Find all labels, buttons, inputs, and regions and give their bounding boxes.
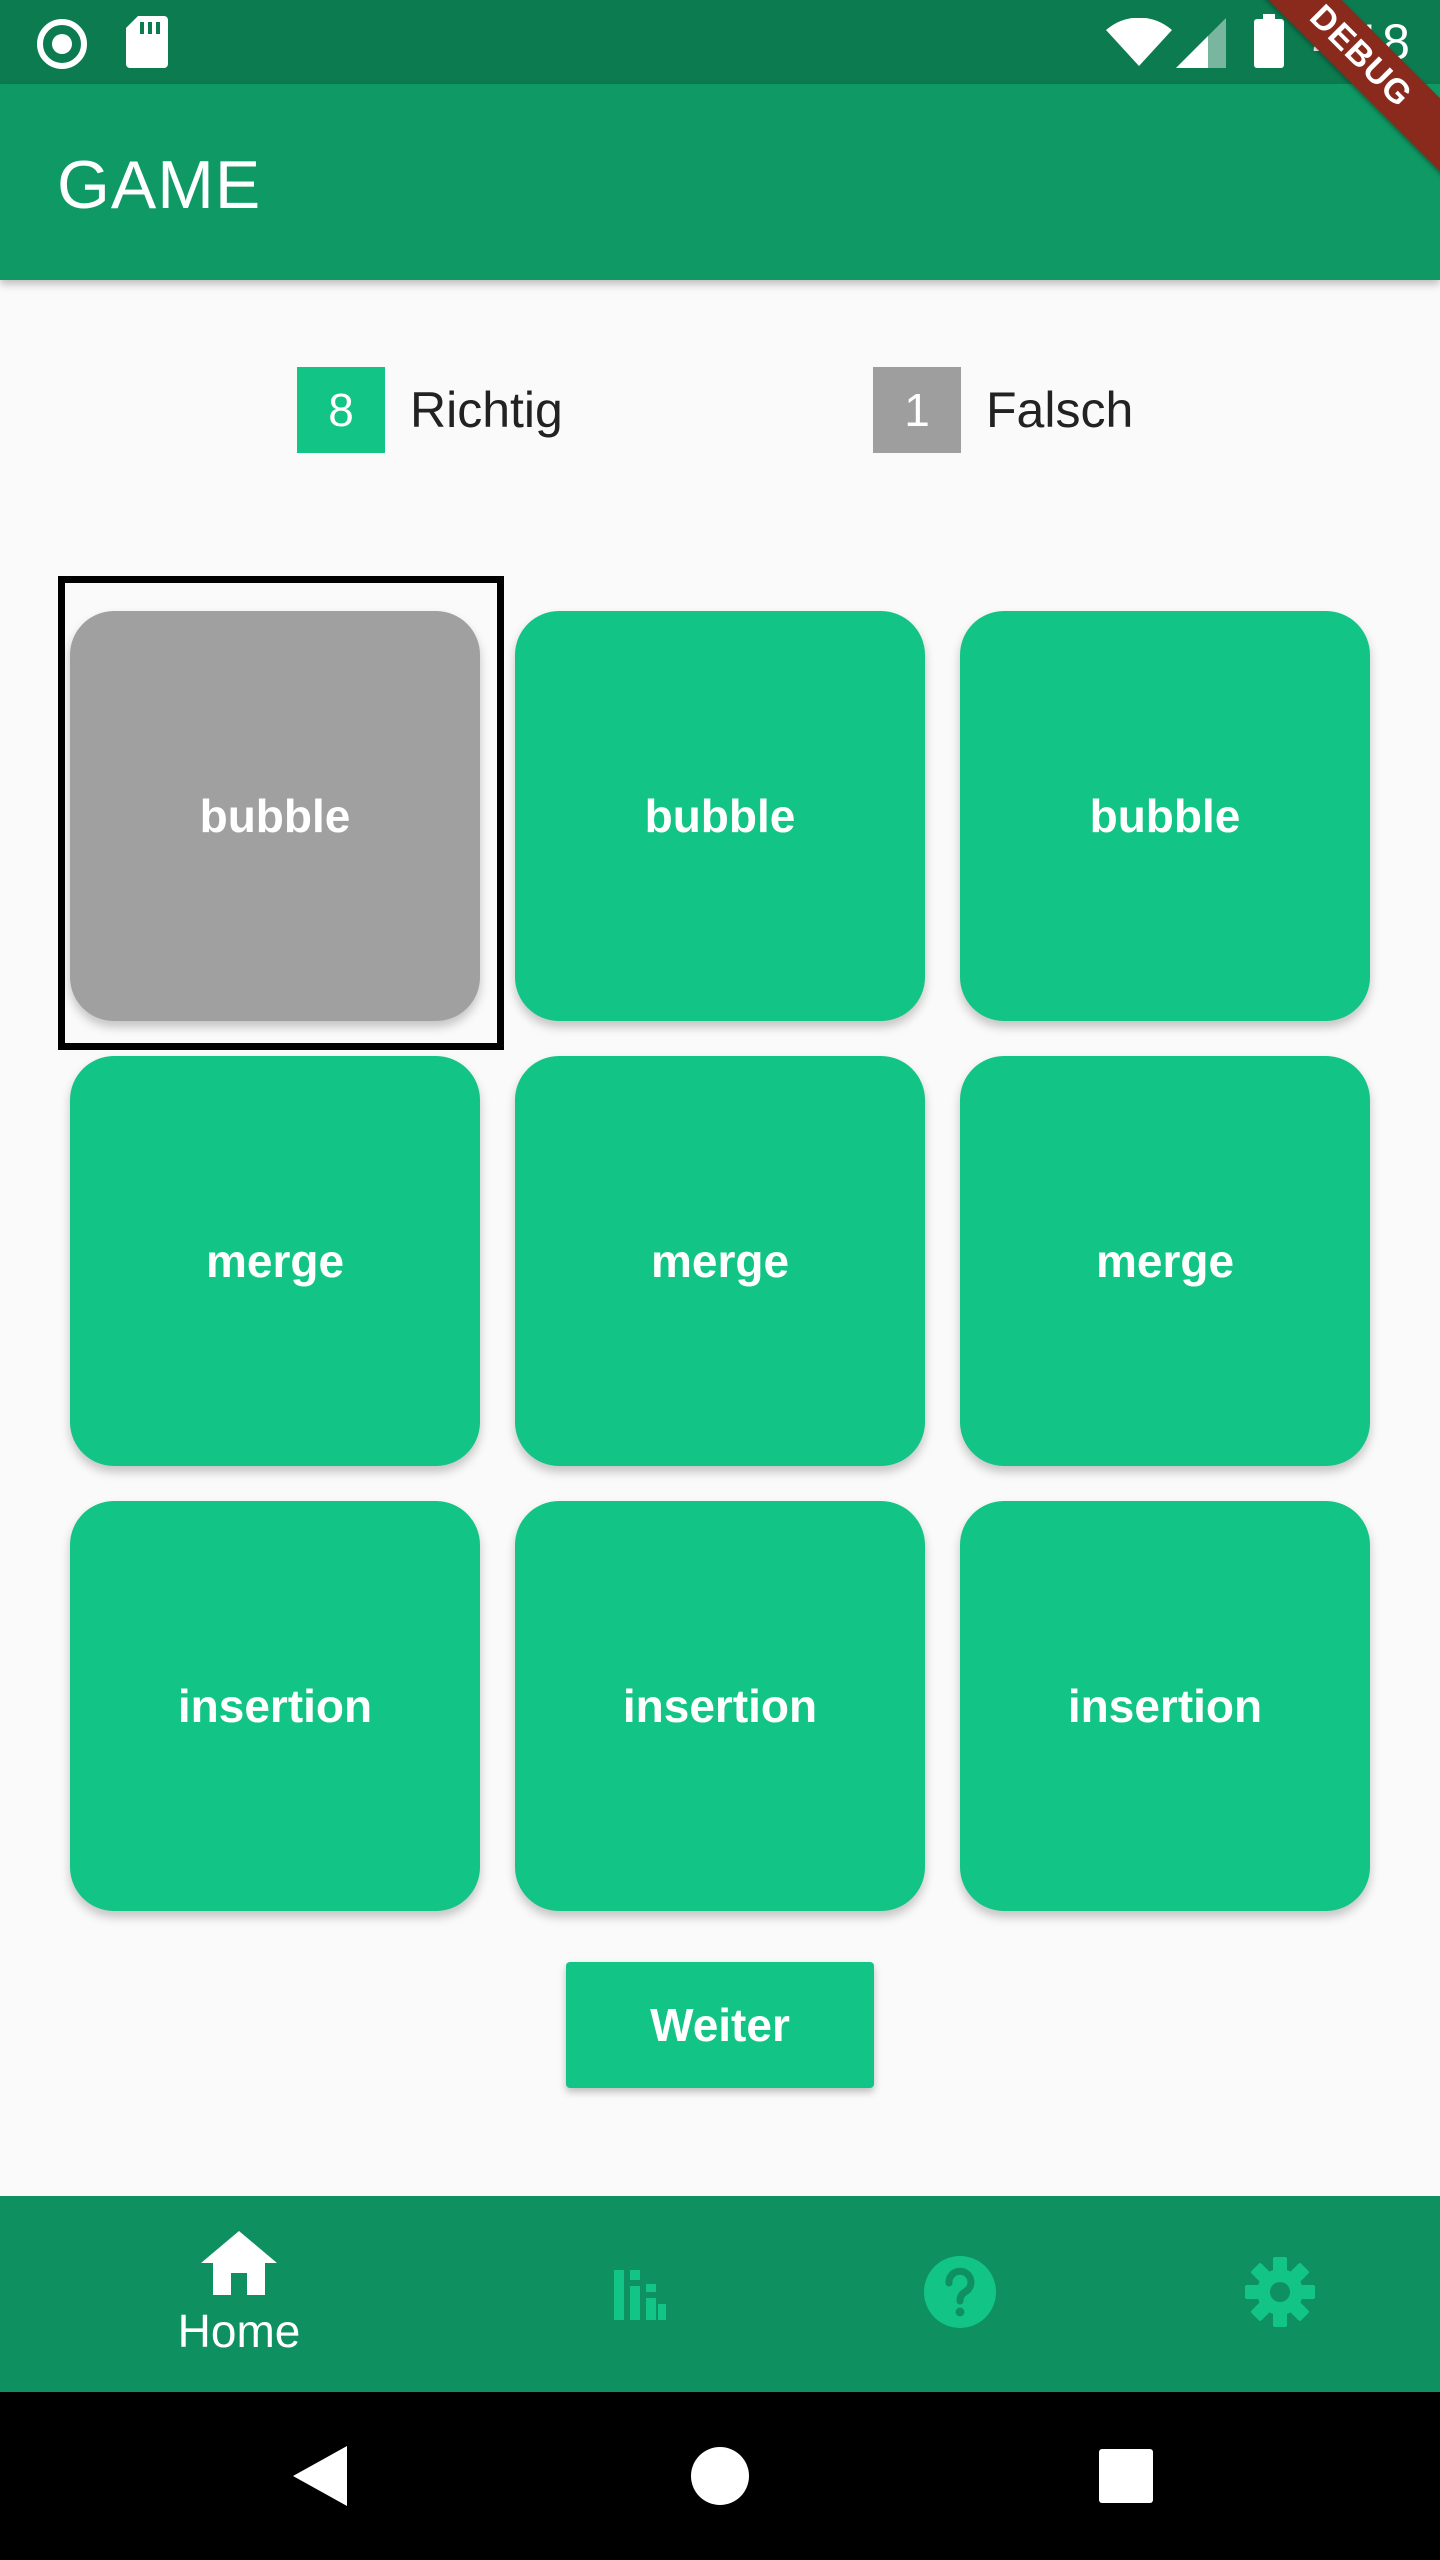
tile-insertion-2[interactable]: insertion <box>515 1501 925 1911</box>
nav-item-settings[interactable] <box>1100 2196 1440 2392</box>
signal-icon <box>1176 18 1226 73</box>
correct-count-badge: 8 <box>297 367 385 453</box>
system-home-button[interactable] <box>640 2392 800 2560</box>
tile-bubble-1[interactable]: bubble <box>70 611 480 1021</box>
tile-bubble-2[interactable]: bubble <box>515 611 925 1021</box>
app-bar: GAME <box>0 84 1440 280</box>
bottom-nav: Home <box>0 2196 1440 2392</box>
help-icon <box>924 2255 996 2333</box>
nav-label-home: Home <box>177 2304 301 2357</box>
tile-merge-1[interactable]: merge <box>70 1056 480 1466</box>
settings-icon <box>1245 2256 1315 2332</box>
wrong-count-badge: 1 <box>873 367 961 453</box>
next-button[interactable]: Weiter <box>566 1962 874 2088</box>
correct-label: Richtig <box>410 382 563 438</box>
status-bar: 4:18 <box>0 0 1440 84</box>
tile-merge-2[interactable]: merge <box>515 1056 925 1466</box>
tile-insertion-3[interactable]: insertion <box>960 1501 1370 1911</box>
wifi-icon <box>1106 17 1172 71</box>
nav-item-home[interactable]: Home <box>59 2196 419 2392</box>
score-wrong: 1 Falsch <box>873 367 1133 453</box>
tile-merge-3[interactable]: merge <box>960 1056 1370 1466</box>
bar-chart-icon <box>614 2264 666 2325</box>
system-nav-bar <box>0 2392 1440 2560</box>
nav-item-help[interactable] <box>780 2196 1140 2392</box>
home-icon <box>201 2230 277 2300</box>
wrong-label: Falsch <box>986 382 1134 438</box>
system-back-button[interactable] <box>240 2392 400 2560</box>
tile-bubble-3[interactable]: bubble <box>960 611 1370 1021</box>
nav-item-stats[interactable] <box>460 2196 820 2392</box>
score-correct: 8 Richtig <box>297 367 563 453</box>
system-recents-button[interactable] <box>1046 2392 1206 2560</box>
battery-icon <box>1254 14 1284 73</box>
record-icon <box>36 18 88 75</box>
tile-insertion-1[interactable]: insertion <box>70 1501 480 1911</box>
sd-card-icon <box>126 16 168 73</box>
page-title: GAME <box>57 147 262 223</box>
